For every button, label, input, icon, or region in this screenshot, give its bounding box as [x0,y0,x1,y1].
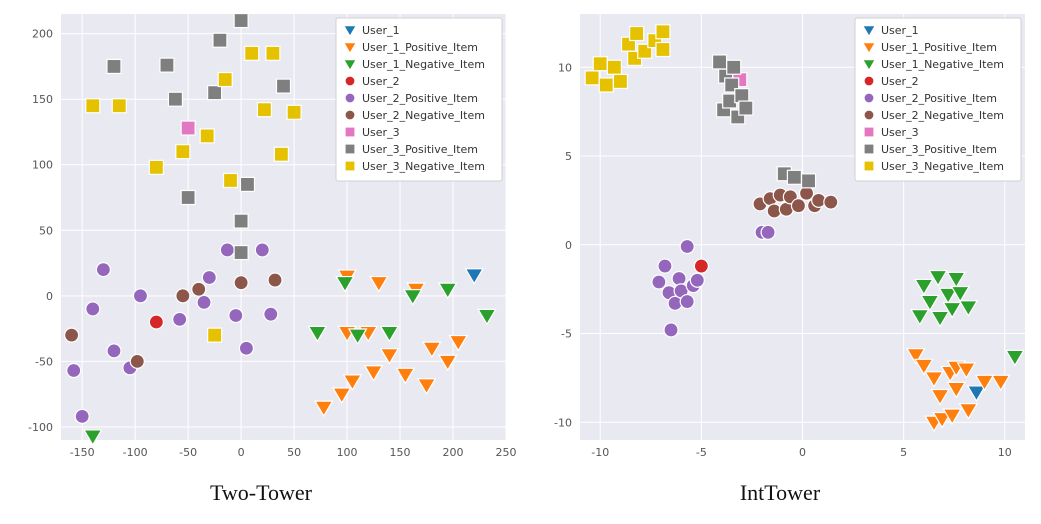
legend: User_1 User_1_Positive_Item User_1_Negativ… [855,18,1021,181]
svg-text:User_3_Negative_Item: User_3_Negative_Item [362,160,485,173]
scatter-chart-right: -10 -5 0 5 10 -10 -5 0 5 10 User_1 User_1_Positive_… [525,4,1035,474]
svg-text:-5: -5 [561,328,572,341]
caption-right: IntTower [740,480,820,506]
svg-text:User_3: User_3 [881,126,919,139]
svg-text:User_3: User_3 [362,126,400,139]
svg-text:User_1_Positive_Item: User_1_Positive_Item [362,41,478,54]
svg-text:User_3_Positive_Item: User_3_Positive_Item [881,143,997,156]
svg-text:User_3_Negative_Item: User_3_Negative_Item [881,160,1004,173]
svg-text:150: 150 [390,446,411,459]
svg-text:10: 10 [558,61,572,74]
svg-text:250: 250 [496,446,517,459]
svg-text:User_1_Positive_Item: User_1_Positive_Item [881,41,997,54]
svg-text:User_1: User_1 [362,24,400,37]
svg-text:5: 5 [900,446,907,459]
svg-text:User_1: User_1 [881,24,919,37]
svg-text:0: 0 [799,446,806,459]
svg-text:User_1_Negative_Item: User_1_Negative_Item [362,58,485,71]
caption-left: Two-Tower [210,480,312,506]
svg-text:100: 100 [337,446,358,459]
svg-text:50: 50 [287,446,301,459]
svg-text:0: 0 [565,239,572,252]
svg-text:User_2: User_2 [881,75,919,88]
svg-text:0: 0 [238,446,245,459]
svg-text:200: 200 [32,28,53,41]
svg-text:-150: -150 [70,446,95,459]
svg-text:User_3_Positive_Item: User_3_Positive_Item [362,143,478,156]
scatter-chart-left: -150 -100 -50 0 50 100 150 200 250 -100 -50 0 50 100 1… [6,4,516,474]
figure-container: -150-100-50050100150200250-100-500501001… [0,0,1041,506]
svg-text:200: 200 [443,446,464,459]
svg-text:User_2_Negative_Item: User_2_Negative_Item [881,109,1004,122]
svg-text:User_2_Positive_Item: User_2_Positive_Item [881,92,997,105]
panel-right: -10 -5 0 5 10 -10 -5 0 5 10 User_1 User_1_Positive_… [525,4,1035,506]
svg-text:100: 100 [32,159,53,172]
legend: User_1 User_1_Positive_Item User_1_Negativ… [336,18,502,181]
svg-text:User_2_Negative_Item: User_2_Negative_Item [362,109,485,122]
svg-text:5: 5 [565,150,572,163]
svg-text:50: 50 [39,224,53,237]
svg-text:-10: -10 [591,446,609,459]
svg-text:User_1_Negative_Item: User_1_Negative_Item [881,58,1004,71]
svg-text:150: 150 [32,93,53,106]
svg-text:User_2_Positive_Item: User_2_Positive_Item [362,92,478,105]
svg-text:0: 0 [46,290,53,303]
svg-text:-50: -50 [35,355,53,368]
svg-text:-10: -10 [554,416,572,429]
svg-text:User_2: User_2 [362,75,400,88]
svg-text:10: 10 [998,446,1012,459]
svg-text:-5: -5 [696,446,707,459]
panel-left: -150 -100 -50 0 50 100 150 200 250 -100 -50 0 50 100 1… [6,4,516,506]
svg-text:-50: -50 [179,446,197,459]
svg-text:-100: -100 [123,446,148,459]
svg-text:-100: -100 [28,421,53,434]
